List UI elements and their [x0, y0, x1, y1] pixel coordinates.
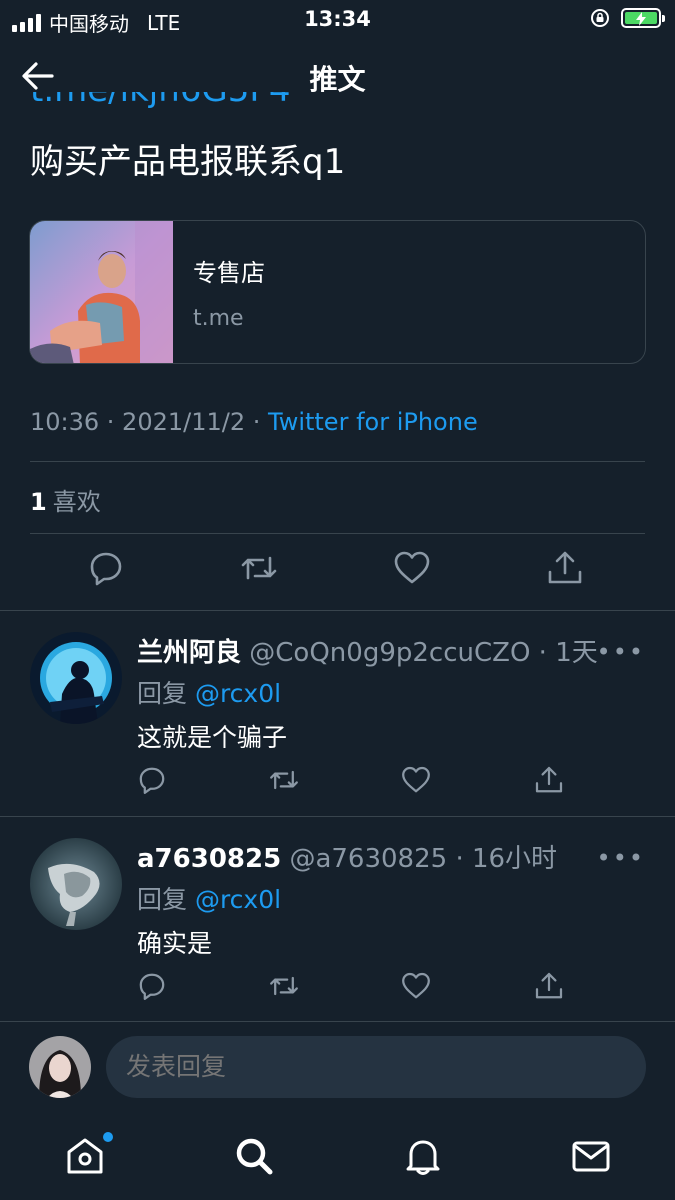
- avatar[interactable]: [30, 632, 122, 724]
- battery-icon: [621, 8, 665, 28]
- reply-button[interactable]: [136, 764, 168, 796]
- orientation-lock-icon: [591, 9, 609, 27]
- like-button[interactable]: [400, 764, 432, 796]
- reply-header: a7630825 @a7630825 · 16小时: [137, 838, 557, 875]
- reply-to: 回复 @rcx0l: [137, 679, 282, 708]
- bottom-tab-bar: [0, 1120, 675, 1200]
- likes-count[interactable]: 1 喜欢: [30, 482, 101, 517]
- bell-icon: [406, 1140, 440, 1175]
- divider: [0, 816, 675, 817]
- share-button[interactable]: [533, 970, 565, 1002]
- status-time: 13:34: [304, 7, 371, 31]
- card-info: 专售店 t.me: [173, 221, 265, 363]
- more-button[interactable]: •••: [597, 844, 645, 872]
- retweet-icon: [241, 556, 277, 580]
- retweet-button[interactable]: [268, 764, 300, 796]
- link-card[interactable]: 专售店 t.me: [29, 220, 646, 364]
- reply-to-mention[interactable]: @rcx0l: [195, 885, 281, 914]
- notification-dot: [103, 1132, 113, 1142]
- divider: [0, 610, 675, 611]
- card-title: 专售店: [193, 259, 265, 287]
- avatar[interactable]: [30, 838, 122, 930]
- more-icon: •••: [596, 638, 645, 666]
- reply-to-mention[interactable]: @rcx0l: [195, 679, 281, 708]
- status-right: [589, 7, 665, 29]
- reply-author-handle: @a7630825 · 16小时: [289, 844, 558, 874]
- retweet-button[interactable]: [268, 970, 300, 1002]
- avatar[interactable]: [29, 1036, 91, 1098]
- share-icon: [535, 766, 563, 793]
- more-icon: •••: [596, 844, 645, 872]
- tweet-meta: 10:36 · 2021/11/2 · Twitter for iPhone: [30, 408, 478, 436]
- search-icon: [236, 1138, 273, 1175]
- divider: [30, 461, 645, 462]
- card-domain: t.me: [193, 306, 244, 331]
- share-button[interactable]: [533, 764, 565, 796]
- reply-author-handle: @CoQn0g9p2ccuCZO · 1天: [249, 638, 598, 668]
- tweet-link[interactable]: t.me/ikjh6G5F4: [30, 92, 330, 122]
- like-button[interactable]: [400, 970, 432, 1002]
- tweet-timestamp: 10:36 · 2021/11/2 ·: [30, 408, 268, 436]
- card-image: [30, 221, 173, 363]
- reply-actions: [0, 764, 675, 804]
- likes-label: 喜欢: [52, 488, 101, 516]
- divider: [30, 533, 645, 534]
- share-icon: [535, 972, 563, 999]
- reply-header: 兰州阿良 @CoQn0g9p2ccuCZO · 1天: [137, 632, 598, 669]
- tab-messages[interactable]: [569, 1134, 613, 1178]
- share-icon: [548, 551, 582, 584]
- tweet-actions: [0, 548, 675, 598]
- reply-to: 回复 @rcx0l: [137, 885, 282, 914]
- reply-button[interactable]: [136, 970, 168, 1002]
- comment-icon: [139, 973, 165, 1000]
- like-button[interactable]: [392, 548, 432, 588]
- tweet-text: 购买产品电报联系q1: [30, 142, 346, 182]
- heart-icon: [402, 766, 430, 793]
- retweet-button[interactable]: [239, 548, 279, 588]
- comment-icon: [90, 552, 122, 586]
- reply-item[interactable]: 兰州阿良 @CoQn0g9p2ccuCZO · 1天 ••• 回复 @rcx0l…: [0, 622, 675, 816]
- tab-notifications[interactable]: [401, 1134, 445, 1178]
- retweet-icon: [270, 976, 298, 996]
- share-button[interactable]: [545, 548, 585, 588]
- divider: [0, 1021, 675, 1022]
- tab-home[interactable]: [63, 1132, 113, 1178]
- heart-icon: [402, 972, 430, 999]
- reply-composer: [0, 1034, 675, 1100]
- reply-button[interactable]: [86, 548, 126, 588]
- reply-author-name[interactable]: a7630825: [137, 844, 281, 874]
- heart-icon: [394, 551, 430, 584]
- home-icon: [67, 1138, 103, 1174]
- likes-number: 1: [30, 488, 47, 516]
- reply-actions: [0, 970, 675, 1010]
- comment-icon: [139, 767, 165, 794]
- reply-text: 这就是个骗子: [137, 723, 288, 752]
- retweet-icon: [270, 770, 298, 790]
- reply-text: 确实是: [137, 929, 213, 958]
- reply-item[interactable]: a7630825 @a7630825 · 16小时 ••• 回复 @rcx0l …: [0, 828, 675, 1022]
- tab-search[interactable]: [232, 1134, 276, 1178]
- mail-icon: [572, 1141, 610, 1172]
- status-bar: 中国移动 LTE 13:34: [0, 0, 675, 40]
- tweet-source[interactable]: Twitter for iPhone: [268, 408, 478, 436]
- reply-author-name[interactable]: 兰州阿良: [137, 638, 241, 668]
- more-button[interactable]: •••: [597, 638, 645, 666]
- reply-input[interactable]: [106, 1036, 646, 1098]
